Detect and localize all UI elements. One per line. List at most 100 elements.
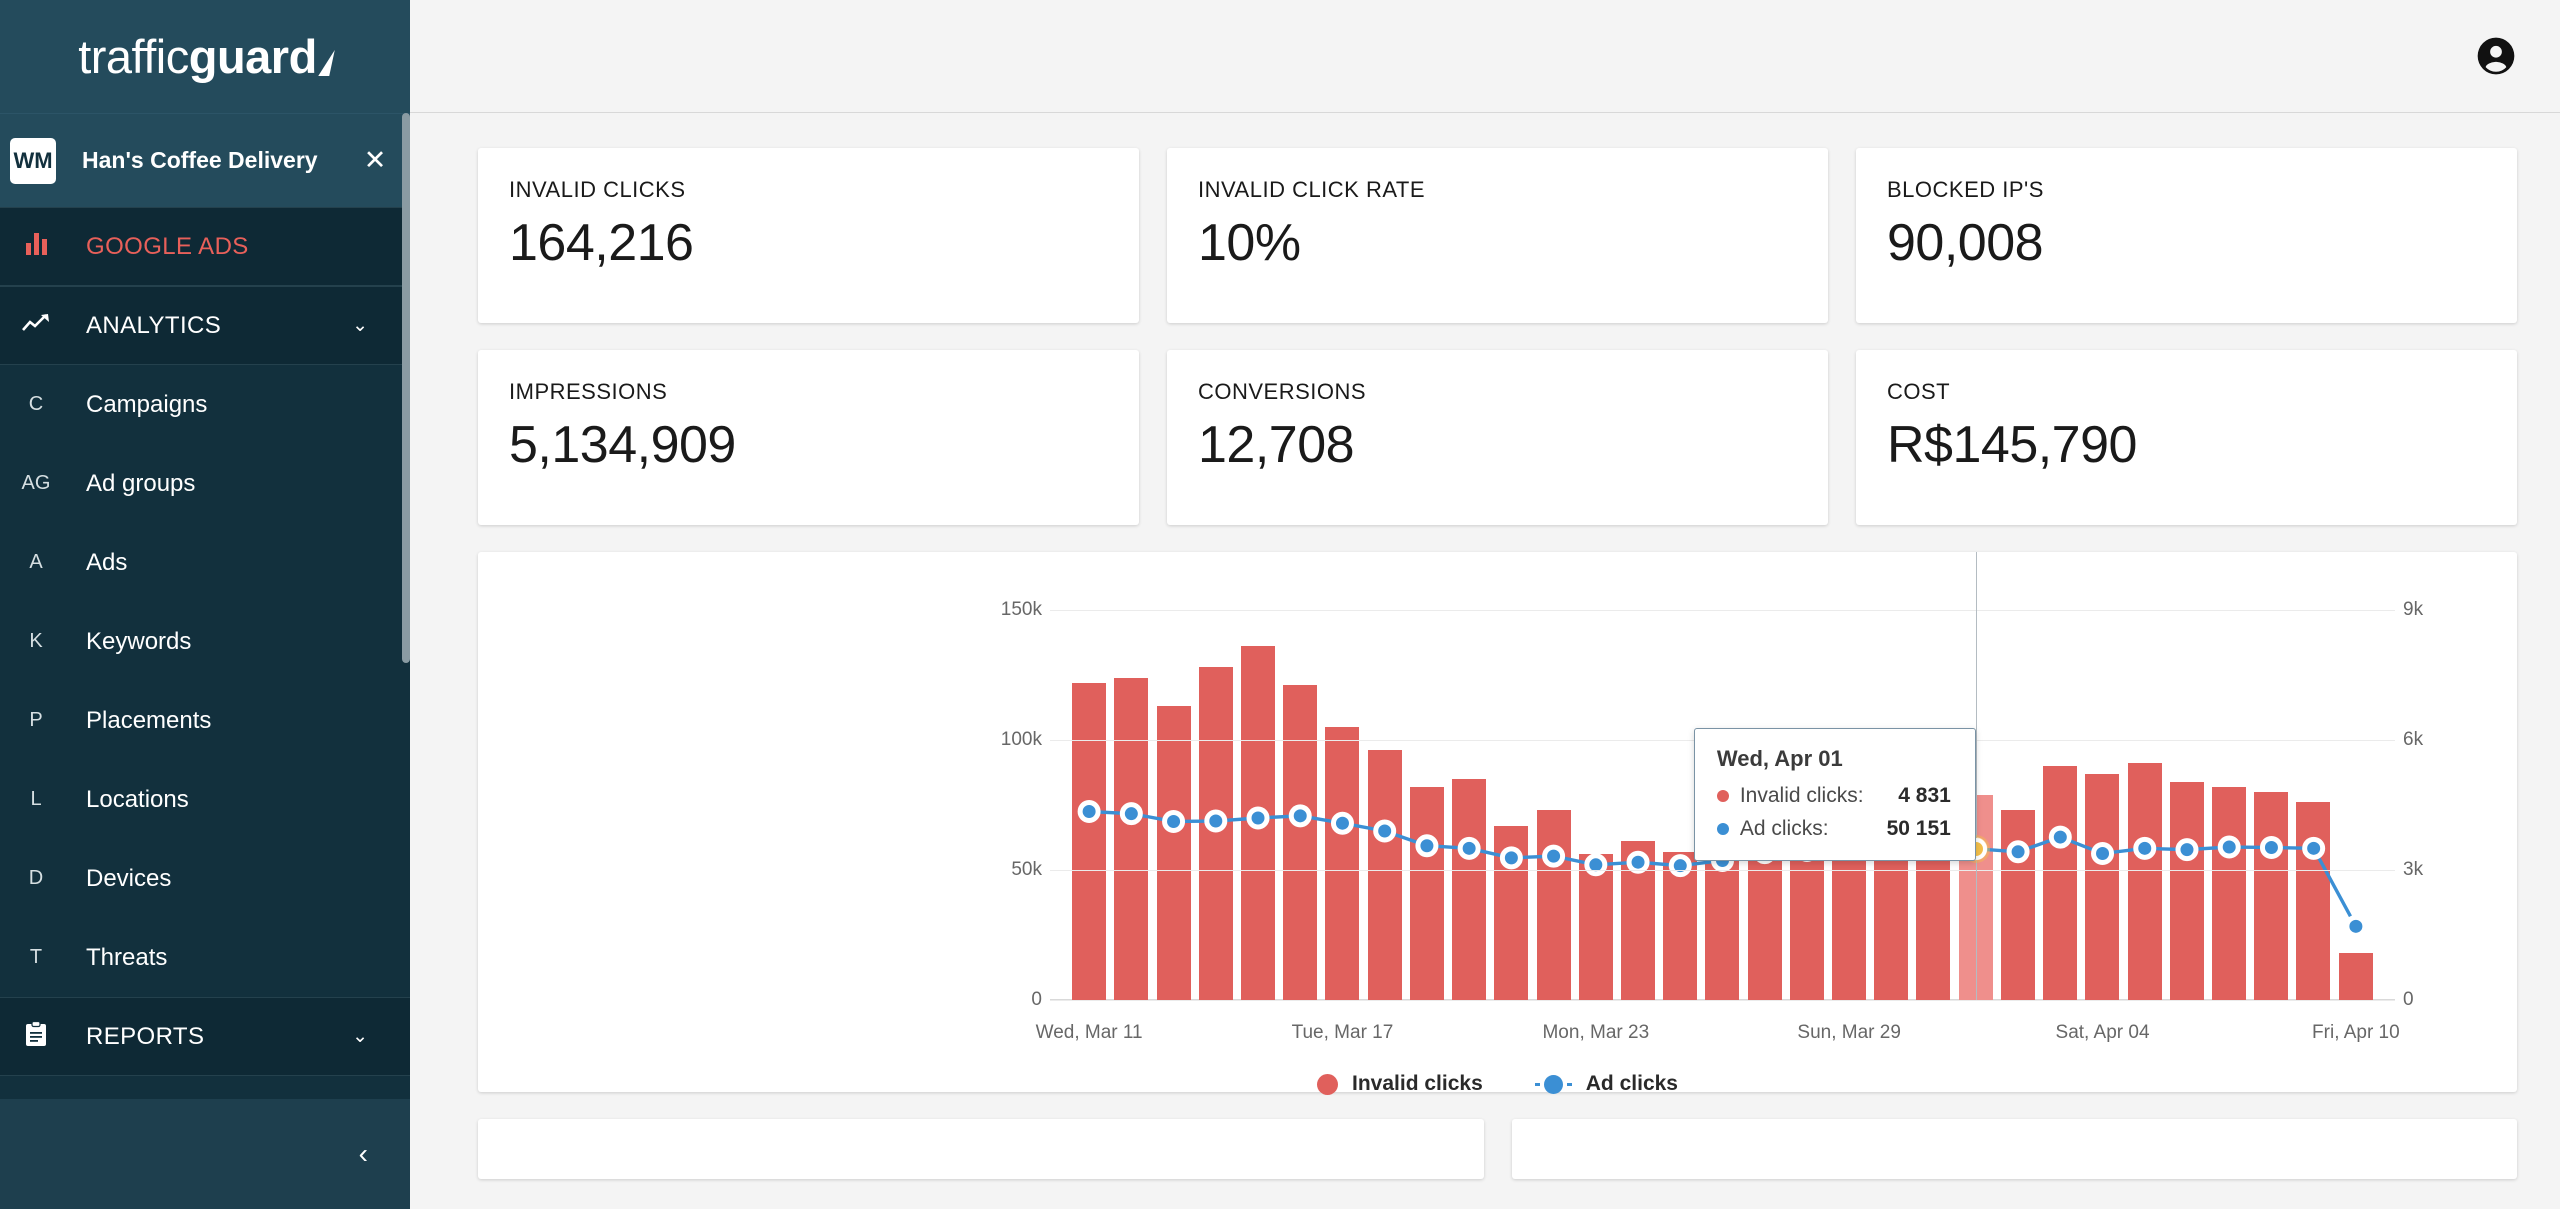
kpi-card-conversions: CONVERSIONS 12,708 — [1167, 350, 1828, 525]
chart-y-axis-right-label: 3k — [2403, 859, 2424, 880]
sidebar-scrollbar-thumb[interactable] — [402, 113, 410, 663]
account-switcher[interactable]: WM Han's Coffee Delivery ✕ — [0, 113, 410, 207]
chart-line-point[interactable] — [1246, 806, 1270, 830]
sidebar-item-locations[interactable]: L Locations — [0, 760, 410, 839]
sidebar-item-devices[interactable]: D Devices — [0, 839, 410, 918]
sidebar-item-label-analytics: ANALYTICS — [86, 311, 222, 339]
chart-line-point[interactable] — [1330, 811, 1354, 835]
sidebar-item-ads[interactable]: A Ads — [0, 523, 410, 602]
sidebar-item-threats[interactable]: T Threats — [0, 918, 410, 997]
chart-line-point[interactable] — [1415, 834, 1439, 858]
kpi-title: INVALID CLICK RATE — [1198, 177, 1426, 202]
sidebar-item-google-ads[interactable]: GOOGLE ADS — [0, 207, 410, 286]
sidebar-item-label-google-ads: GOOGLE ADS — [86, 232, 249, 260]
legend-item-invalid-clicks[interactable]: Invalid clicks — [1317, 1072, 1483, 1096]
chevron-left-icon: ‹ — [358, 1138, 368, 1169]
tooltip-row-invalid-clicks: Invalid clicks: 4 831 — [1716, 783, 1951, 808]
account-name: Han's Coffee Delivery — [82, 147, 318, 173]
sidebar-item-label-reports: REPORTS — [86, 1022, 205, 1050]
chart-y-axis-right-label: 6k — [2403, 729, 2424, 750]
chart-line-point[interactable] — [1373, 819, 1397, 843]
chart-line-point[interactable] — [1077, 800, 1101, 823]
sidebar-item-campaigns[interactable]: C Campaigns — [0, 365, 410, 444]
chart-card: Wed, Mar 11 Tue, Mar 17 Mon, Mar 23 Sun, Ma… — [478, 552, 2517, 1095]
account-circle-icon[interactable] — [2474, 34, 2518, 78]
chart-line-point[interactable] — [1119, 802, 1143, 826]
chart-line-point[interactable] — [1457, 836, 1481, 860]
app-root: trafficguard WM Han's Coffee Delivery ✕ … — [0, 0, 2560, 1209]
chart-line-point[interactable] — [2259, 835, 2283, 859]
tooltip-label: Ad clicks: — [1739, 816, 1829, 840]
chart-container: Wed, Mar 11 Tue, Mar 17 Mon, Mar 23 Sun, Ma… — [478, 552, 2517, 1095]
chart-line-point[interactable] — [1499, 846, 1523, 870]
devices-abbr-icon: D — [28, 867, 44, 889]
kpi-value: R$145,790 — [1887, 416, 2137, 474]
tooltip-label: Invalid clicks: — [1739, 783, 1864, 807]
sidebar-item-reports[interactable]: REPORTS ⌄ — [0, 997, 410, 1076]
chart-x-tick-labels: Wed, Mar 11 Tue, Mar 17 Mon, Mar 23 Sun, Ma… — [1036, 1000, 2400, 1043]
brand-logo-text: trafficguard — [78, 29, 335, 84]
chart-line-point[interactable] — [2344, 914, 2368, 938]
main-area: INVALID CLICKS 164,216 INVALID CLICK RAT… — [410, 0, 2560, 1209]
chart-line-point[interactable] — [2091, 842, 2115, 866]
kpi-value: 164,216 — [509, 214, 694, 272]
topbar — [410, 0, 2560, 113]
chart-line-point[interactable] — [1626, 850, 1650, 874]
chart-y-axis-left-label: 150k — [1000, 599, 1042, 620]
chart-line-point[interactable] — [1288, 804, 1312, 828]
account-badge: WM — [10, 137, 56, 184]
sidebar-scrollbar[interactable] — [402, 113, 410, 1209]
sidebar-item-keywords[interactable]: K Keywords — [0, 602, 410, 681]
bottom-card-right — [1511, 1119, 2517, 1179]
campaigns-abbr-icon: C — [28, 393, 44, 415]
chart-line-point[interactable] — [1162, 809, 1186, 833]
chart-gridline — [1050, 870, 2395, 871]
kpi-title: CONVERSIONS — [1198, 379, 1367, 404]
legend-marker-icon — [1317, 1073, 1339, 1095]
ads-abbr-icon: A — [29, 551, 43, 573]
keywords-abbr-icon: K — [29, 630, 43, 652]
chart-line-point[interactable] — [1668, 854, 1692, 878]
locations-abbr-icon: L — [30, 788, 42, 810]
chart-y-axis-right-label: 0 — [2403, 989, 2414, 1010]
sidebar-item-analytics[interactable]: ANALYTICS ⌄ — [0, 286, 410, 365]
sidebar-item-label-threats: Threats — [86, 943, 168, 971]
brand-flag-icon — [318, 50, 335, 76]
close-icon[interactable]: ✕ — [340, 145, 410, 176]
tooltip-marker-icon — [1716, 789, 1729, 802]
sidebar-item-label-ads: Ads — [86, 548, 128, 576]
chevron-down-icon[interactable]: ⌄ — [352, 314, 368, 337]
chart-gridline — [1050, 610, 2395, 611]
sidebar-item-ad-groups[interactable]: AG Ad groups — [0, 444, 410, 523]
chart-tooltip: Wed, Apr 01 Invalid clicks: 4 831 Ad cli… — [1693, 727, 1976, 861]
kpi-value: 90,008 — [1887, 214, 2044, 272]
kpi-card-impressions: IMPRESSIONS 5,134,909 — [478, 350, 1139, 525]
chart-line-point[interactable] — [2175, 838, 2199, 862]
chart-line-point[interactable] — [2048, 825, 2072, 849]
clipboard-icon — [10, 1020, 62, 1053]
kpi-title: BLOCKED IP'S — [1887, 177, 2044, 202]
sidebar-item-label-locations: Locations — [86, 785, 189, 813]
chart-line-point[interactable] — [1542, 844, 1566, 868]
bottom-cards-row — [478, 1119, 2517, 1179]
bottom-card-left — [478, 1119, 1484, 1179]
chart-line-point[interactable] — [2217, 835, 2241, 859]
chart-line-point[interactable] — [2302, 836, 2326, 860]
legend-marker-icon — [1534, 1074, 1572, 1094]
kpi-value: 5,134,909 — [509, 416, 736, 474]
sidebar-collapse-button[interactable]: ‹ — [0, 1099, 410, 1209]
sidebar: trafficguard WM Han's Coffee Delivery ✕ … — [0, 0, 410, 1209]
brand-logo[interactable]: trafficguard — [0, 0, 410, 113]
chevron-down-icon-reports[interactable]: ⌄ — [352, 1025, 368, 1048]
tooltip-title: Wed, Apr 01 — [1716, 745, 1843, 771]
chart-line-point[interactable] — [1204, 809, 1228, 833]
kpi-card-blocked-ips: BLOCKED IP'S 90,008 — [1856, 148, 2517, 323]
kpi-title: INVALID CLICKS — [509, 177, 686, 202]
kpi-value: 10% — [1198, 214, 1301, 272]
sidebar-item-placements[interactable]: P Placements — [0, 681, 410, 760]
chart-line-point[interactable] — [1584, 853, 1608, 877]
chart-line-point[interactable] — [2006, 840, 2030, 864]
legend-item-ad-clicks[interactable]: Ad clicks — [1534, 1072, 1678, 1096]
chart-line-point[interactable] — [2133, 836, 2157, 860]
trend-up-icon — [10, 313, 62, 339]
